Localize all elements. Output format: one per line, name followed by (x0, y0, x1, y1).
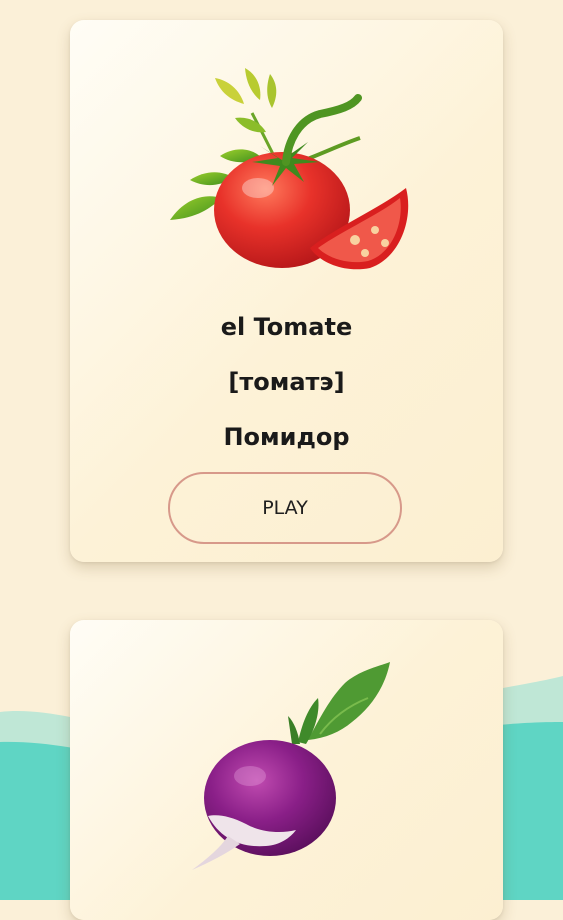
radish-illustration (192, 662, 390, 870)
word-card: el Tomate [томатэ] Помидор PLAY (70, 20, 503, 562)
play-button[interactable]: PLAY (168, 472, 402, 544)
play-button-label: PLAY (262, 497, 308, 519)
tomato-illustration (170, 68, 409, 270)
word-spanish: el Tomate (220, 313, 353, 341)
word-transcription: [томатэ] (228, 368, 345, 396)
word-card (70, 620, 503, 920)
word-translation: Помидор (223, 423, 350, 451)
